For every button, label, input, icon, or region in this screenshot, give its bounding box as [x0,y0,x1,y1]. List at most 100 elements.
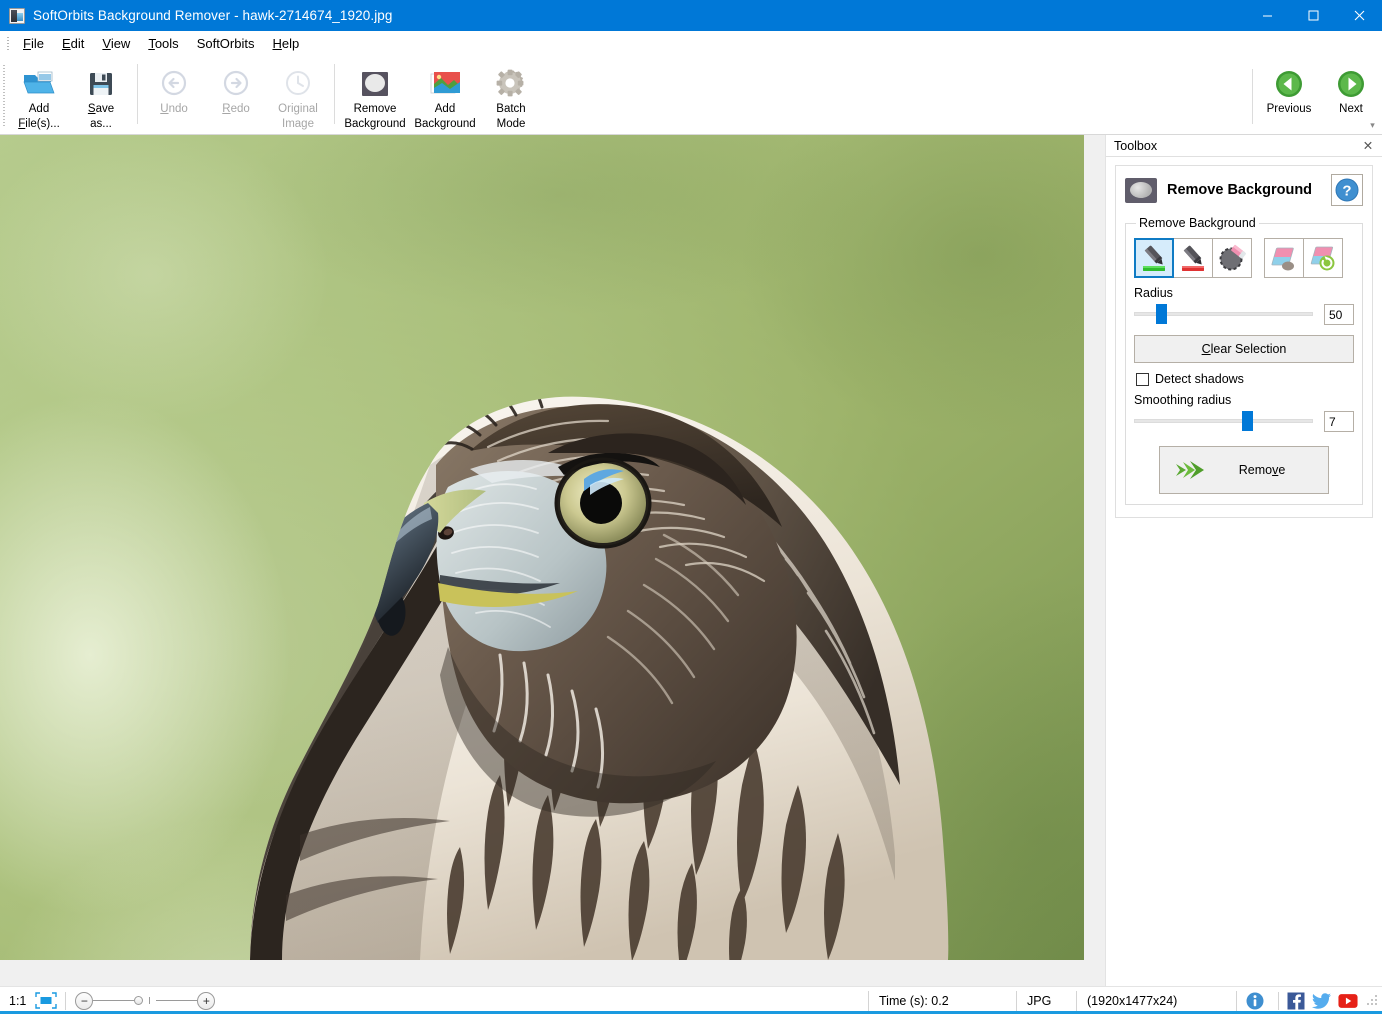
status-format: JPG [1016,990,1076,1011]
menu-file[interactable]: File [14,33,53,55]
smoothing-radius-slider[interactable] [1134,410,1313,432]
toolbar-separator-2 [334,64,335,124]
toolbar-expand-icon[interactable]: ▾ [1367,120,1378,131]
remove-button-label: Remove [1238,463,1286,477]
add-background-button[interactable]: Add Background [410,61,480,131]
toolbar-group-history: Undo Redo Original Image [143,56,329,134]
close-button[interactable] [1336,0,1382,31]
toolbar-separator-1 [137,64,138,124]
refresh-background-icon [1310,246,1335,271]
help-question-icon: ? [1335,178,1359,202]
remove-marker-tool[interactable] [1173,238,1213,278]
green-right-arrow-icon [1337,67,1365,101]
menu-tools[interactable]: Tools [139,33,187,55]
remove-background-button[interactable]: Remove Background [340,61,410,131]
previous-label: Previous [1266,103,1312,115]
eraser-tool[interactable] [1212,238,1252,278]
add-files-button[interactable]: Add File(s)... [8,61,70,131]
toolbar-group-file: Add File(s)... Save as... [8,56,132,134]
remove-background-group: Remove Background Radius 50 Clear Select… [1125,216,1363,505]
save-as-button[interactable]: Save as... [70,61,132,131]
menu-edit[interactable]: Edit [53,33,93,55]
background-sample-tool[interactable] [1264,238,1304,278]
background-sample-icon [1271,247,1294,271]
group-legend: Remove Background [1139,216,1256,230]
window-controls [1244,0,1382,31]
fit-to-window-button[interactable] [34,992,58,1010]
zoom-ratio-label: 1:1 [9,993,27,1008]
image-workspace[interactable] [0,135,1105,986]
tool-buttons-row [1134,238,1354,278]
toolbox-panel: Toolbox ✕ Remove Background ? Remove Bac… [1105,135,1382,986]
green-left-arrow-icon [1275,67,1303,101]
fit-to-window-icon [35,992,58,1009]
undo-arrow-icon [159,67,189,101]
redo-button[interactable]: Redo [205,61,267,129]
radius-row: 50 [1134,303,1354,325]
maximize-button[interactable] [1290,0,1336,31]
next-button[interactable]: Next [1320,61,1382,129]
app-icon [9,7,25,24]
radius-slider[interactable] [1134,303,1313,325]
status-separator-1 [65,991,67,1010]
resize-grip-icon[interactable] [1366,994,1378,1007]
zoom-slider[interactable]: − + [75,991,216,1010]
twitter-button[interactable] [1312,991,1332,1011]
toolbar-group-actions: Remove Background Add Background Batch M… [340,56,542,134]
add-background-icon [428,67,462,101]
image-canvas[interactable] [0,135,1084,960]
toolbox-header-title: Remove Background [1167,182,1313,198]
undo-button[interactable]: Undo [143,61,205,129]
menu-help[interactable]: Help [263,33,308,55]
toolbar-navigation-group: Previous Next [1247,56,1382,134]
red-marker-icon [1182,245,1204,271]
status-social-icons [1236,990,1382,1011]
help-button[interactable]: ? [1331,174,1363,206]
smoothing-radius-value[interactable]: 7 [1324,410,1354,432]
info-icon [1246,992,1264,1009]
minimize-button[interactable] [1244,0,1290,31]
status-separator-2 [1278,991,1279,1010]
zoom-out-button[interactable]: − [75,991,94,1010]
zoom-in-button[interactable]: + [197,991,216,1010]
refresh-background-tool[interactable] [1303,238,1343,278]
youtube-button[interactable] [1338,991,1358,1011]
menu-bar: File Edit View Tools SoftOrbits Help [0,31,1382,56]
toolbox-header: Remove Background ? [1125,174,1363,206]
title-bar: SoftOrbits Background Remover - hawk-271… [0,0,1382,31]
detect-shadows-row[interactable]: Detect shadows [1136,372,1354,386]
original-image-button[interactable]: Original Image [267,61,329,131]
toolbar-grip-icon [0,56,8,134]
radius-value[interactable]: 50 [1324,303,1354,325]
info-button[interactable] [1245,991,1265,1011]
redo-arrow-icon [221,67,251,101]
detect-shadows-label: Detect shadows [1155,372,1244,386]
toolbox-title: Toolbox [1114,138,1158,153]
status-dimensions: (1920x1477x24) [1076,990,1236,1011]
green-marker-icon [1143,245,1165,271]
batch-mode-button[interactable]: Batch Mode [480,61,542,131]
radius-slider-thumb[interactable] [1155,304,1167,324]
menu-view[interactable]: View [93,33,139,55]
status-time: Time (s): 0.2 [868,990,1016,1011]
remove-button[interactable]: Remove [1159,446,1329,494]
keep-marker-tool[interactable] [1134,238,1174,278]
smoothing-slider-thumb[interactable] [1241,411,1253,431]
menu-softorbits[interactable]: SoftOrbits [188,33,264,55]
toolbox-content: Remove Background ? Remove Background Ra… [1115,165,1373,518]
previous-button[interactable]: Previous [1258,61,1320,129]
menu-grip-icon [4,36,12,52]
zoom-tick [149,997,151,1004]
detect-shadows-checkbox[interactable] [1136,372,1149,386]
status-bar: 1:1 − + Time (s): 0.2 JPG (1920x1477x24) [0,986,1382,1014]
zoom-track-right [156,1000,198,1001]
floppy-save-icon [86,67,116,101]
toolbox-close-icon[interactable]: ✕ [1360,138,1376,154]
main-area: Toolbox ✕ Remove Background ? Remove Bac… [0,135,1382,986]
smoothing-radius-row: 7 [1134,410,1354,432]
toolbar: Add File(s)... Save as... Undo Redo Orig… [0,56,1382,135]
facebook-button[interactable] [1286,991,1306,1011]
clear-selection-button[interactable]: Clear Selection [1134,335,1354,363]
zoom-slider-handle[interactable] [134,996,144,1005]
gear-icon [496,67,526,101]
